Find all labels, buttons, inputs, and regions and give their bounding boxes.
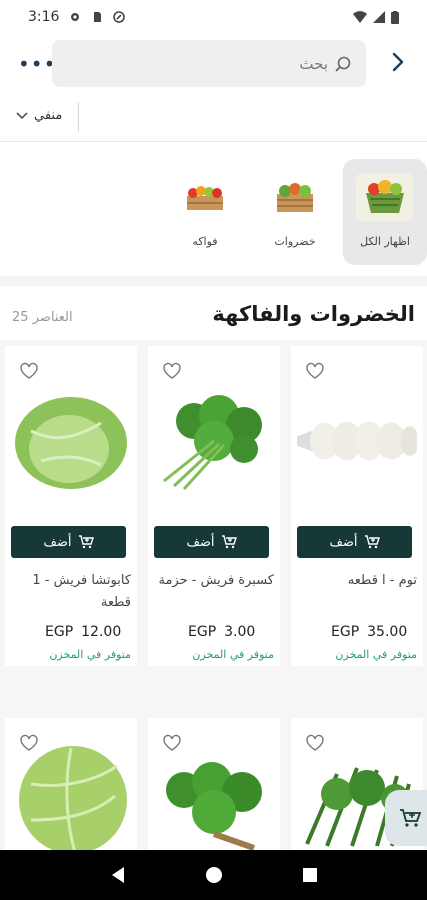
price-currency: EGP [188,624,217,640]
category-label: اظهار الكل [360,235,410,248]
section-title: الخضروات والفاكهة [212,302,415,326]
product-card[interactable]: أضف كسبرة فريش - حزمة EGP 3.00 متوفر في ا… [148,346,280,666]
basket-image [356,173,414,221]
product-image-parsley [154,754,274,850]
product-image-coriander [154,376,274,506]
add-to-cart-button[interactable]: أضف [154,526,269,558]
wifi-icon [353,11,367,23]
favorite-heart-icon[interactable] [162,734,182,752]
stock-status: متوفر في المخزن [49,648,131,661]
system-navigation-bar [0,850,427,900]
vpn-icon [113,11,126,23]
item-count: 25 العناصر [12,310,73,325]
cart-plus-icon [400,809,421,827]
product-image-cabbage [11,738,131,854]
fruit-crate-image [176,173,234,221]
back-arrow-icon[interactable] [386,50,410,74]
chevron-down-icon [16,111,28,119]
product-card[interactable]: أضف كابوتشا فريش - 1 قطعة EGP 12.00 متوفر… [5,346,137,666]
category-label: خضروات [274,235,316,248]
product-image-garlic [297,376,417,506]
status-time: 3:16 [28,9,60,25]
product-name: كسبرة فريش - حزمة [158,573,274,588]
product-price: EGP 3.00 [188,624,255,640]
price-currency: EGP [45,624,74,640]
price-value: 35.00 [367,624,408,640]
product-name: توم - ا قطعه [347,573,417,588]
more-options-icon[interactable]: ••• [18,52,56,76]
add-label: أضف [43,534,72,550]
nav-home-icon[interactable] [205,866,223,884]
section-separator [0,276,427,286]
battery-icon [391,10,399,24]
sd-card-icon [94,12,102,22]
category-list: اظهار الكل خضروات فواكه [0,143,427,275]
price-value: 3.00 [224,624,256,640]
cart-plus-icon [221,535,237,549]
add-label: أضف [186,534,215,550]
search-icon [335,56,351,72]
status-bar: 3:16 [0,0,427,34]
category-vegetables[interactable]: خضروات [253,159,337,265]
search-input[interactable]: بحث [52,40,366,87]
add-to-cart-button[interactable]: أضف [11,526,126,558]
price-currency: EGP [331,624,360,640]
stock-status: متوفر في المخزن [192,648,274,661]
cart-plus-icon [78,535,94,549]
product-price: EGP 12.00 [45,624,121,640]
product-card[interactable] [148,718,280,868]
product-name: كابوتشا فريش - 1 قطعة [32,573,131,610]
product-price: EGP 35.00 [331,624,407,640]
product-card[interactable]: أضف توم - ا قطعه EGP 35.00 متوفر في المخز… [291,346,423,666]
product-image-iceberg-lettuce [11,376,131,506]
category-all[interactable]: اظهار الكل [343,159,427,265]
sort-dropdown[interactable]: منفي [16,108,62,123]
category-fruits[interactable]: فواكه [163,159,247,265]
favorite-heart-icon[interactable] [305,734,325,752]
cart-plus-icon [364,535,380,549]
category-label: فواكه [192,235,218,248]
add-to-cart-button[interactable]: أضف [297,526,412,558]
vegetable-crate-image [266,173,324,221]
price-value: 12.00 [81,624,122,640]
product-card[interactable] [5,718,137,868]
sort-row: منفي [0,98,427,142]
sort-divider [78,102,79,132]
add-label: أضف [329,534,358,550]
nav-back-icon[interactable] [110,866,126,884]
stock-status: متوفر في المخزن [335,648,417,661]
sort-label: منفي [34,108,63,123]
settings-gear-icon [71,13,80,21]
nav-recents-icon[interactable] [302,867,318,883]
signal-icon [373,11,385,23]
floating-cart-button[interactable] [385,790,427,846]
search-placeholder: بحث [299,54,328,73]
